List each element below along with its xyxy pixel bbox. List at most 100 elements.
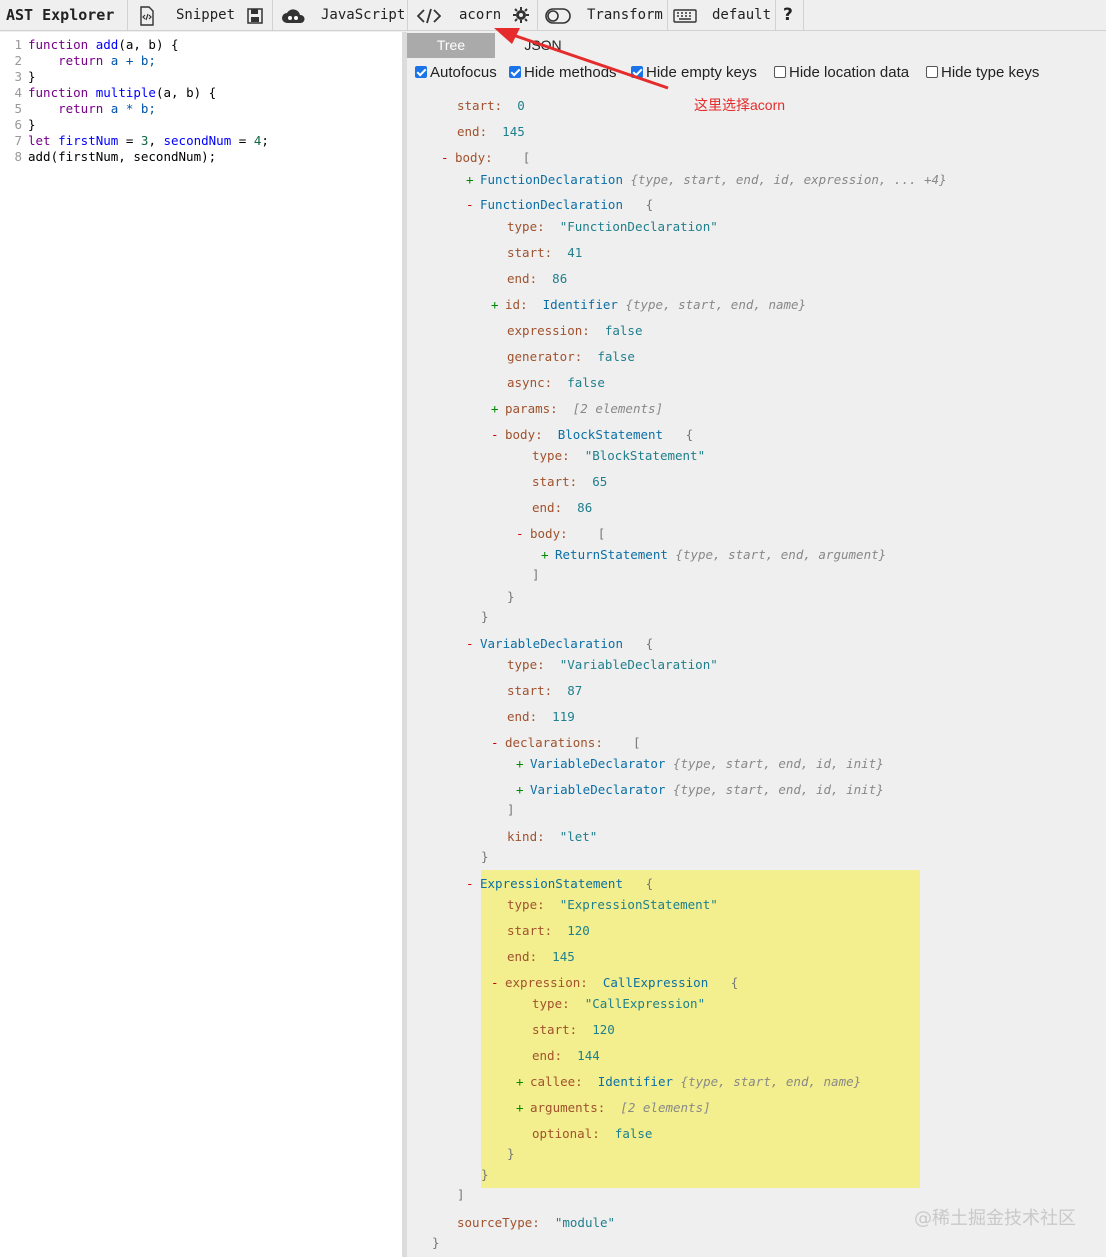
tree-row[interactable]: + ReturnStatement {type, start, end, argu… <box>541 546 886 564</box>
code-line: 4 function multiple(a, b) { <box>14 85 217 100</box>
tab-tree[interactable]: Tree <box>407 33 495 58</box>
tree-bracket: } <box>507 1146 515 1161</box>
tree-row: type: "CallExpression" <box>532 996 706 1011</box>
tree-row: end: 144 <box>532 1048 600 1063</box>
tree-row: start: 41 <box>507 245 583 260</box>
code-line: 2 return a + b; <box>14 53 156 68</box>
divider <box>127 0 128 31</box>
hide-location-checkbox[interactable] <box>774 66 786 78</box>
file-code-icon <box>140 6 154 26</box>
code-line: 3} <box>14 69 36 84</box>
expand-toggle: + <box>516 1100 524 1115</box>
tree-bracket: } <box>481 1167 489 1182</box>
code-editor[interactable]: 1 function add(a, b) { 2 return a + b; 3}… <box>0 32 402 1257</box>
keyboard-icon <box>673 9 697 23</box>
collapse-toggle: - <box>466 876 474 891</box>
hide-type-option[interactable]: Hide type keys <box>926 64 1039 81</box>
tree-bracket: } <box>481 609 489 624</box>
snippet-label: Snippet <box>176 7 236 23</box>
tree-options: Autofocus Hide methods Hide empty keys H… <box>407 60 1106 88</box>
tree-row: end: 86 <box>507 271 568 286</box>
keymap-label: default <box>712 7 772 23</box>
autofocus-checkbox[interactable] <box>415 66 427 78</box>
collapse-toggle: - <box>491 975 499 990</box>
collapse-toggle: - <box>441 150 449 165</box>
tree-row[interactable]: + VariableDeclarator {type, start, end, i… <box>516 781 884 799</box>
divider <box>407 0 408 31</box>
tree-row[interactable]: - FunctionDeclaration { <box>466 196 653 214</box>
hide-type-checkbox[interactable] <box>926 66 938 78</box>
tree-row[interactable]: + arguments: [2 elements] <box>516 1099 711 1117</box>
tree-row[interactable]: - ExpressionStatement { <box>466 875 653 893</box>
tree-row: type: "VariableDeclaration" <box>507 657 718 672</box>
language-label: JavaScript <box>321 7 406 23</box>
tree-row[interactable]: - VariableDeclaration { <box>466 635 653 653</box>
tree-row[interactable]: - body: [ <box>516 525 605 543</box>
tree-row: expression: false <box>507 323 643 338</box>
collapse-toggle: - <box>491 735 499 750</box>
tree-row: end: 119 <box>507 709 575 724</box>
hide-empty-checkbox[interactable] <box>631 66 643 78</box>
expand-toggle: + <box>466 172 474 187</box>
hide-empty-option[interactable]: Hide empty keys <box>631 64 757 81</box>
toggle-off-icon <box>545 8 571 24</box>
parser-label: acorn <box>459 7 502 23</box>
divider <box>272 0 273 31</box>
divider <box>667 0 668 31</box>
tree-row: optional: false <box>532 1126 653 1141</box>
collapse-toggle: - <box>466 197 474 212</box>
annotation-text: 这里选择acorn <box>694 97 786 113</box>
save-icon[interactable] <box>247 8 263 24</box>
tree-row[interactable]: - body: [ <box>441 149 530 167</box>
expand-toggle: + <box>491 401 499 416</box>
expand-toggle: + <box>541 547 549 562</box>
tree-bracket: } <box>507 589 515 604</box>
tree-row[interactable]: + params: [2 elements] <box>491 400 663 418</box>
tree-row: end: 86 <box>532 500 593 515</box>
tree-row: async: false <box>507 375 605 390</box>
help-icon[interactable]: ? <box>783 0 793 31</box>
tree-bracket: } <box>481 849 489 864</box>
code-icon <box>417 8 441 24</box>
tree-bracket: ] <box>507 802 515 817</box>
collapse-toggle: - <box>516 526 524 541</box>
tree-row: kind: "let" <box>507 829 598 844</box>
tree-row: start: 120 <box>532 1022 615 1037</box>
tree-row[interactable]: + VariableDeclarator {type, start, end, i… <box>516 755 884 773</box>
tree-bracket: ] <box>457 1187 465 1202</box>
autofocus-option[interactable]: Autofocus <box>415 64 497 81</box>
tree-row[interactable]: - declarations: [ <box>491 734 640 752</box>
expand-toggle: + <box>516 756 524 771</box>
hide-location-option[interactable]: Hide location data <box>774 64 909 81</box>
tree-row: start: 65 <box>532 474 608 489</box>
tree-row[interactable]: - expression: CallExpression { <box>491 974 738 992</box>
tree-row: generator: false <box>507 349 635 364</box>
transform-label: Transform <box>587 7 663 23</box>
divider <box>803 0 804 31</box>
tree-row: start: 120 <box>507 923 590 938</box>
hide-methods-checkbox[interactable] <box>509 66 521 78</box>
splitter[interactable] <box>402 32 407 1257</box>
tree-row[interactable]: - body: BlockStatement { <box>491 426 693 444</box>
collapse-toggle: - <box>466 636 474 651</box>
code-line: 7 let firstNum = 3, secondNum = 4; <box>14 133 269 148</box>
app-title: AST Explorer <box>6 6 115 24</box>
tree-row: start: 0 <box>457 98 525 113</box>
tree-row[interactable]: + callee: Identifier {type, start, end, n… <box>516 1073 861 1091</box>
expand-toggle: + <box>516 782 524 797</box>
tree-row[interactable]: + FunctionDeclaration {type, start, end, … <box>466 171 947 189</box>
cloud-icon <box>282 9 305 23</box>
tree-row: type: "BlockStatement" <box>532 448 706 463</box>
tab-json[interactable]: JSON <box>503 33 583 58</box>
expand-toggle: + <box>491 297 499 312</box>
tree-row: type: "FunctionDeclaration" <box>507 219 718 234</box>
output-tabs: Tree JSON <box>407 32 1106 58</box>
expand-toggle: + <box>516 1074 524 1089</box>
tree-row[interactable]: + id: Identifier {type, start, end, name} <box>491 296 806 314</box>
tree-row: type: "ExpressionStatement" <box>507 897 718 912</box>
hide-methods-option[interactable]: Hide methods <box>509 64 617 81</box>
collapse-toggle: - <box>491 427 499 442</box>
tree-bracket: ] <box>532 567 540 582</box>
watermark: @稀土掘金技术社区 <box>914 1208 1076 1229</box>
gear-icon[interactable] <box>513 7 529 23</box>
